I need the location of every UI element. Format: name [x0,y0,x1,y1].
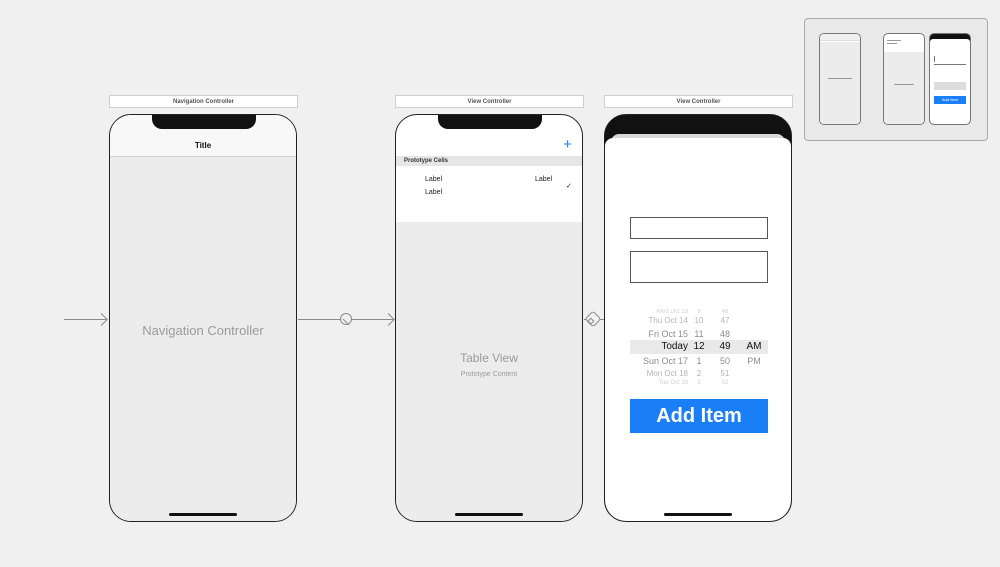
add-item-view-controller-scene[interactable]: Wed Oct 13 9 46 Thu Oct 14 10 47 Fri Oct 15 1… [604,114,792,522]
scene-title-navigation-controller[interactable]: Navigation Controller [109,95,298,108]
item-description-field[interactable] [630,251,768,283]
cell-detail-label: Label [535,176,553,183]
date-picker-row[interactable]: Sun Oct 17 1 50 PM [630,354,768,368]
date-picker[interactable]: Wed Oct 13 9 46 Thu Oct 14 10 47 Fri Oct 15 1… [630,309,768,385]
device-notch [438,115,542,129]
checkmark-icon: ✓ [566,183,572,190]
cell-title-label: Label [425,176,443,183]
plus-icon[interactable]: + [563,137,572,152]
cell-subtitle-label: Label [425,189,443,196]
minimap-add-item-controller: Add Item [929,33,971,125]
navigation-controller-scene[interactable]: Title Navigation Controller [109,114,297,522]
device-notch [152,115,256,129]
link-icon [342,318,350,326]
segue-icon [587,317,595,325]
table-view-controller-scene[interactable]: + Prototype Cells Label Label Label ✓ Ta… [395,114,583,522]
navigation-controller-body [110,157,296,521]
date-picker-row[interactable]: Tue Oct 19 3 52 [630,376,768,385]
navigation-controller-placeholder-label: Navigation Controller [142,323,264,338]
prototype-cell[interactable]: Label Label Label ✓ [396,166,582,211]
table-view-label: Table View [460,351,518,365]
home-indicator [455,513,523,516]
relationship-arrowhead-icon [382,313,395,326]
minimap-add-item-button: Add Item [934,96,966,104]
home-indicator [664,513,732,516]
prototype-cells-header: Prototype Cells [396,156,582,166]
storyboard-minimap[interactable]: Add Item [804,18,988,141]
item-name-field[interactable] [630,217,768,239]
home-indicator [169,513,237,516]
relationship-segue-icon[interactable] [340,313,352,326]
add-item-button[interactable]: Add Item [630,399,768,433]
date-picker-selected-row[interactable]: Today 12 49 AM [630,340,768,354]
entry-arrowhead-icon [95,313,108,326]
scene-title-add-view-controller[interactable]: View Controller [604,95,793,108]
present-segue-icon[interactable] [584,310,602,328]
minimap-table-view-controller [883,33,925,125]
navigation-bar-title: Title [194,141,212,150]
scene-title-table-view-controller[interactable]: View Controller [395,95,584,108]
prototype-content-label: Prototype Content [460,371,518,378]
date-picker-row[interactable]: Fri Oct 15 11 48 [630,327,768,341]
date-picker-row[interactable]: Thu Oct 14 10 47 [630,314,768,328]
minimap-navigation-controller [819,33,861,125]
